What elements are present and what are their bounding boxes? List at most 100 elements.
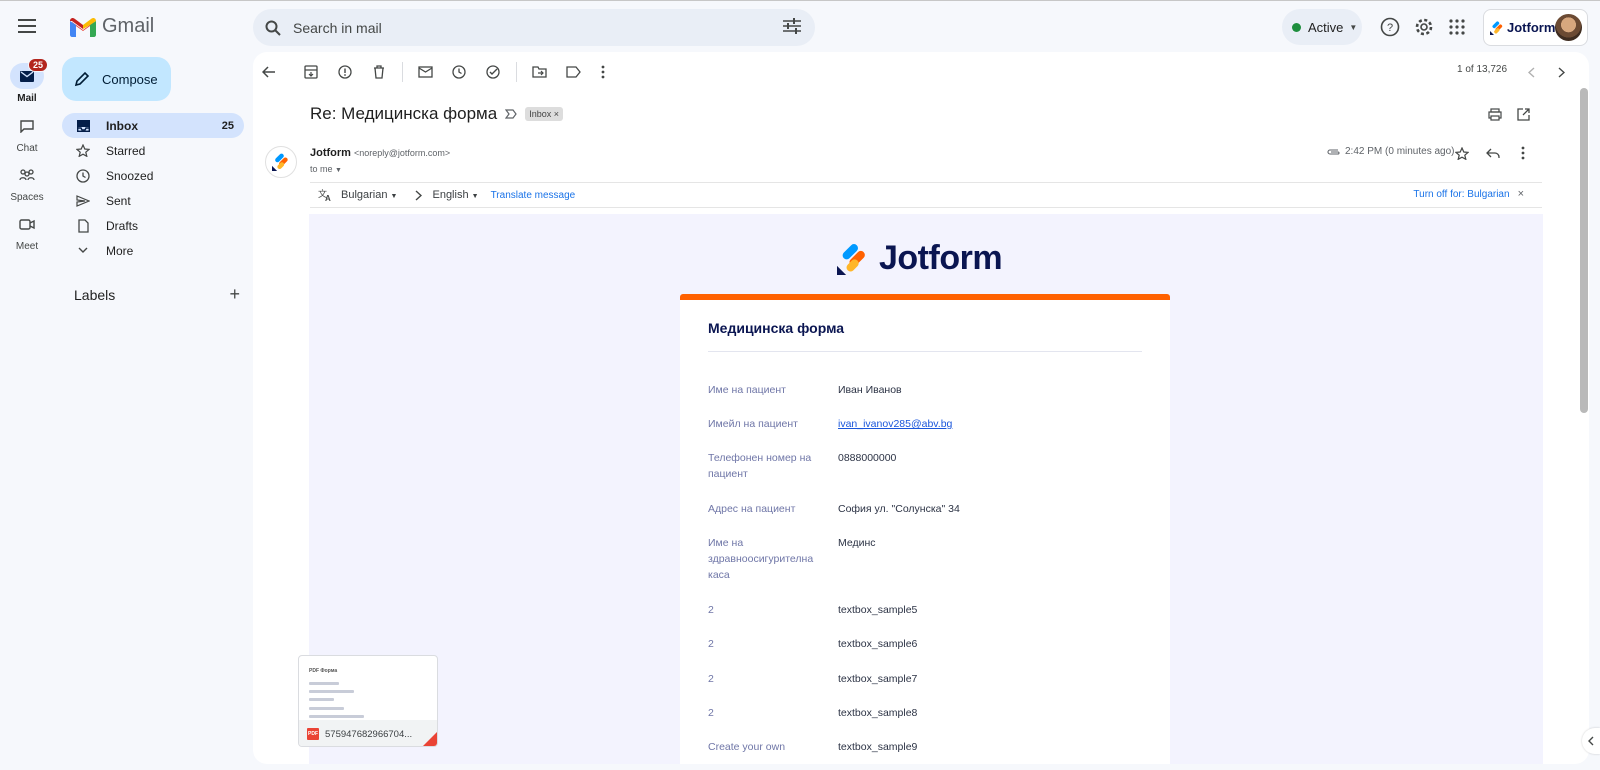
target-language: English: [432, 189, 469, 201]
open-new-window-icon[interactable]: [1511, 102, 1535, 126]
apps-grid-icon[interactable]: [1443, 13, 1471, 41]
chat-icon: [10, 113, 44, 139]
add-task-icon[interactable]: [481, 60, 505, 84]
more-options-icon[interactable]: [591, 60, 615, 84]
attachment-preview-title: PDF Форма: [309, 668, 338, 674]
search-bar[interactable]: [253, 9, 815, 46]
table-row: 2 textbox_sample7: [708, 672, 917, 688]
settings-gear-icon[interactable]: [1410, 13, 1438, 41]
source-language-select[interactable]: Bulgarian ▼: [341, 189, 397, 201]
divider: [708, 351, 1142, 352]
archive-icon[interactable]: [299, 60, 323, 84]
sidebar-item-label: Inbox: [106, 118, 138, 133]
attachment-card[interactable]: PDF Форма PDF 575947682966704...: [298, 655, 438, 747]
rail-mail[interactable]: 25 Mail: [0, 58, 54, 104]
rail-meet-label: Meet: [15, 241, 39, 252]
inbox-icon: [74, 119, 92, 132]
add-label-icon[interactable]: +: [229, 284, 240, 305]
table-row: Create your own textbox_sample9: [708, 740, 917, 756]
inbox-label-chip[interactable]: Inbox ×: [525, 107, 563, 121]
report-spam-icon[interactable]: [333, 60, 357, 84]
search-input[interactable]: [293, 19, 763, 36]
status-dropdown[interactable]: Active ▼: [1282, 9, 1362, 45]
scrollbar[interactable]: [1580, 88, 1588, 413]
sidebar-item-drafts[interactable]: Drafts: [62, 213, 244, 238]
older-chevron-icon[interactable]: [1549, 60, 1573, 84]
field-label: Име на здравноосигурителна каса: [708, 537, 814, 581]
sidebar-item-more[interactable]: More: [62, 238, 244, 263]
compose-button[interactable]: Compose: [62, 57, 171, 101]
svg-text:?: ?: [1387, 22, 1393, 34]
turn-off-translation: Turn off for: Bulgarian ×: [1413, 188, 1524, 200]
table-row: 2 textbox_sample5: [708, 603, 917, 619]
help-icon[interactable]: ?: [1376, 13, 1404, 41]
newer-chevron-icon[interactable]: [1519, 60, 1543, 84]
message-more-icon[interactable]: [1511, 141, 1535, 165]
mark-unread-icon[interactable]: [413, 60, 437, 84]
recipient-details[interactable]: to me ▼: [310, 164, 342, 174]
mail-icon: 25: [10, 58, 49, 89]
table-row: Име на здравноосигурителна каса Мединс: [708, 536, 876, 583]
label-icon[interactable]: [561, 60, 585, 84]
pencil-icon: [74, 71, 90, 87]
form-title: Медицинска форма: [708, 320, 845, 336]
compose-label: Compose: [102, 71, 158, 87]
move-to-icon[interactable]: [527, 60, 551, 84]
email-logo[interactable]: Jotform: [837, 239, 1003, 278]
table-row: Име на пациент Иван Иванов: [708, 383, 902, 399]
field-label: 2: [708, 673, 714, 685]
field-value: Мединс: [838, 537, 876, 549]
field-value: textbox_sample9: [838, 741, 918, 753]
email-link[interactable]: ivan_ivanov285@abv.bg: [838, 418, 952, 430]
rail-spaces[interactable]: Spaces: [0, 162, 54, 203]
search-options-icon[interactable]: [783, 18, 801, 34]
message-meta: 2:42 PM (0 minutes ago): [1326, 146, 1455, 157]
attachment-footer: PDF 575947682966704...: [299, 720, 437, 746]
sidebar-item-label: Starred: [106, 143, 146, 158]
account-switcher[interactable]: Jotform: [1483, 9, 1588, 46]
chevron-down-icon: [74, 247, 92, 254]
sidebar-item-snoozed[interactable]: Snoozed: [62, 163, 244, 188]
toolbar-divider: [516, 62, 517, 82]
print-icon[interactable]: [1483, 102, 1507, 126]
table-row: 2 textbox_sample6: [708, 637, 917, 653]
importance-marker-icon[interactable]: [505, 109, 517, 119]
status-label: Active: [1308, 19, 1344, 35]
search-icon[interactable]: [265, 20, 281, 36]
labels-title: Labels: [74, 286, 116, 303]
field-value: textbox_sample7: [838, 673, 918, 685]
sender-avatar[interactable]: [265, 146, 297, 178]
reply-icon[interactable]: [1481, 141, 1505, 165]
field-label: 2: [708, 707, 714, 719]
table-row: Адрес на пациент София ул. "Солунска" 34: [708, 502, 960, 518]
subject-line: Re: Медицинска форма Inbox ×: [310, 104, 563, 124]
field-label: Адрес на пациент: [708, 503, 796, 515]
close-icon[interactable]: ×: [1518, 188, 1524, 200]
message-time: 2:42 PM (0 minutes ago): [1345, 146, 1455, 157]
account-brand: Jotform: [1507, 20, 1556, 35]
main-menu-icon[interactable]: [12, 11, 42, 41]
turn-off-link[interactable]: Turn off for: Bulgarian: [1413, 189, 1509, 200]
rail-chat[interactable]: Chat: [0, 113, 54, 154]
target-language-select[interactable]: English ▼: [432, 189, 478, 201]
gmail-logo[interactable]: Gmail: [70, 15, 154, 38]
back-arrow-icon[interactable]: [257, 60, 281, 84]
sidebar-item-sent[interactable]: Sent: [62, 188, 244, 213]
sidebar-item-starred[interactable]: Starred: [62, 138, 244, 163]
remove-label-icon[interactable]: ×: [554, 109, 559, 119]
delete-icon[interactable]: [367, 60, 391, 84]
field-label: Телефонен номер на пациент: [708, 452, 812, 480]
avatar[interactable]: [1555, 14, 1582, 41]
sender-name: Jotform: [310, 147, 351, 159]
sender-info[interactable]: Jotform <noreply@jotform.com>: [310, 147, 450, 159]
star-icon[interactable]: [1450, 141, 1474, 165]
translate-message-link[interactable]: Translate message: [491, 190, 576, 201]
rail-meet[interactable]: Meet: [0, 211, 54, 252]
attachment-preview: PDF Форма: [299, 656, 437, 720]
svg-text:A: A: [325, 194, 331, 202]
translate-bar: 文A Bulgarian ▼ English ▼ Translate messa…: [310, 182, 1542, 208]
chevron-down-icon: ▼: [390, 193, 398, 200]
sidebar-item-inbox[interactable]: Inbox 25: [62, 113, 244, 138]
snooze-clock-icon[interactable]: [447, 60, 471, 84]
form-card: Медицинска форма Име на пациент Иван Ива…: [680, 294, 1170, 764]
